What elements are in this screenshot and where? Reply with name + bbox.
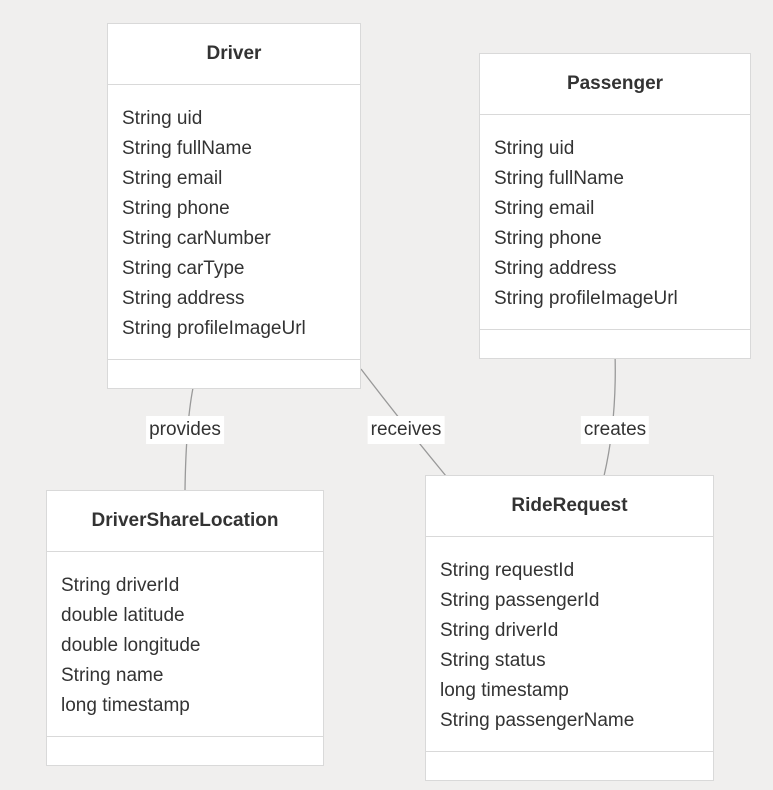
class-driver-share-location: DriverShareLocation String driverId doub… — [46, 490, 324, 766]
class-ride-request-methods — [426, 752, 713, 780]
class-passenger: Passenger String uid String fullName Str… — [479, 53, 751, 359]
attribute: String fullName — [494, 168, 624, 189]
attribute: double longitude — [61, 635, 201, 656]
attribute: String profileImageUrl — [122, 318, 306, 339]
class-driver: Driver String uid String fullName String… — [107, 23, 361, 389]
class-driver-attributes: String uid String fullName String email … — [108, 85, 360, 360]
class-ride-request-name: RideRequest — [426, 476, 713, 537]
class-driver-share-location-attributes: String driverId double latitude double l… — [47, 552, 323, 737]
class-passenger-name: Passenger — [480, 54, 750, 115]
attribute: String email — [494, 198, 595, 219]
attribute: double latitude — [61, 605, 185, 626]
attribute: String uid — [494, 138, 575, 159]
attribute: String carType — [122, 258, 245, 279]
attribute: String requestId — [440, 560, 575, 581]
attribute: String driverId — [61, 575, 180, 596]
attribute: String passengerName — [440, 710, 635, 731]
class-driver-share-location-name: DriverShareLocation — [47, 491, 323, 552]
class-passenger-attributes: String uid String fullName String email … — [480, 115, 750, 330]
attribute: String phone — [122, 198, 230, 219]
relationship-label-receives: receives — [367, 416, 445, 444]
attribute: String profileImageUrl — [494, 288, 678, 309]
attribute: String name — [61, 665, 164, 686]
attribute: String carNumber — [122, 228, 271, 249]
relationship-label-creates: creates — [580, 416, 650, 444]
attribute: String email — [122, 168, 223, 189]
attribute: long timestamp — [61, 695, 190, 716]
attribute: String phone — [494, 228, 602, 249]
class-passenger-methods — [480, 330, 750, 358]
attribute: String driverId — [440, 620, 559, 641]
attribute: long timestamp — [440, 680, 569, 701]
attribute: String address — [122, 288, 245, 309]
creates-line — [603, 352, 616, 477]
class-ride-request-attributes: String requestId String passengerId Stri… — [426, 537, 713, 752]
class-ride-request: RideRequest String requestId String pass… — [425, 475, 714, 781]
attribute: String uid — [122, 108, 203, 129]
attribute: String passengerId — [440, 590, 600, 611]
class-driver-methods — [108, 360, 360, 388]
class-driver-share-location-methods — [47, 737, 323, 765]
class-driver-name: Driver — [108, 24, 360, 85]
attribute: String status — [440, 650, 546, 671]
class-diagram: Driver String uid String fullName String… — [0, 0, 773, 790]
attribute: String address — [494, 258, 617, 279]
attribute: String fullName — [122, 138, 252, 159]
relationship-label-provides: provides — [146, 416, 224, 444]
